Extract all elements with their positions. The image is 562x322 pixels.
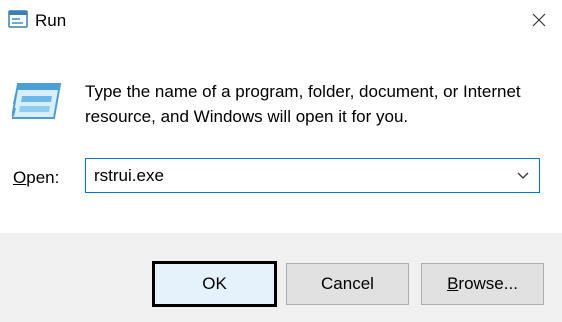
run-program-icon	[10, 80, 62, 122]
run-dialog-icon	[8, 10, 28, 28]
browse-accelerator: B	[447, 274, 459, 293]
open-label-text: pen:	[26, 168, 60, 187]
chevron-down-icon[interactable]	[511, 159, 535, 192]
run-dialog-window: Run Type the name of a program, folder, …	[0, 0, 562, 322]
title-bar[interactable]: Run	[0, 0, 562, 44]
open-input[interactable]	[94, 159, 494, 192]
open-combobox[interactable]	[85, 158, 540, 193]
button-bar: OK Cancel Browse...	[0, 233, 562, 322]
open-label-accelerator: O	[13, 168, 27, 187]
close-icon	[532, 13, 546, 32]
dialog-description: Type the name of a program, folder, docu…	[85, 82, 521, 126]
browse-button[interactable]: Browse...	[421, 263, 544, 305]
ok-button[interactable]: OK	[152, 261, 277, 307]
browse-label-text: rowse...	[458, 274, 518, 293]
window-title: Run	[35, 11, 67, 30]
close-button[interactable]	[516, 0, 562, 44]
cancel-button[interactable]: Cancel	[286, 263, 409, 305]
open-label: Open:	[13, 167, 59, 189]
